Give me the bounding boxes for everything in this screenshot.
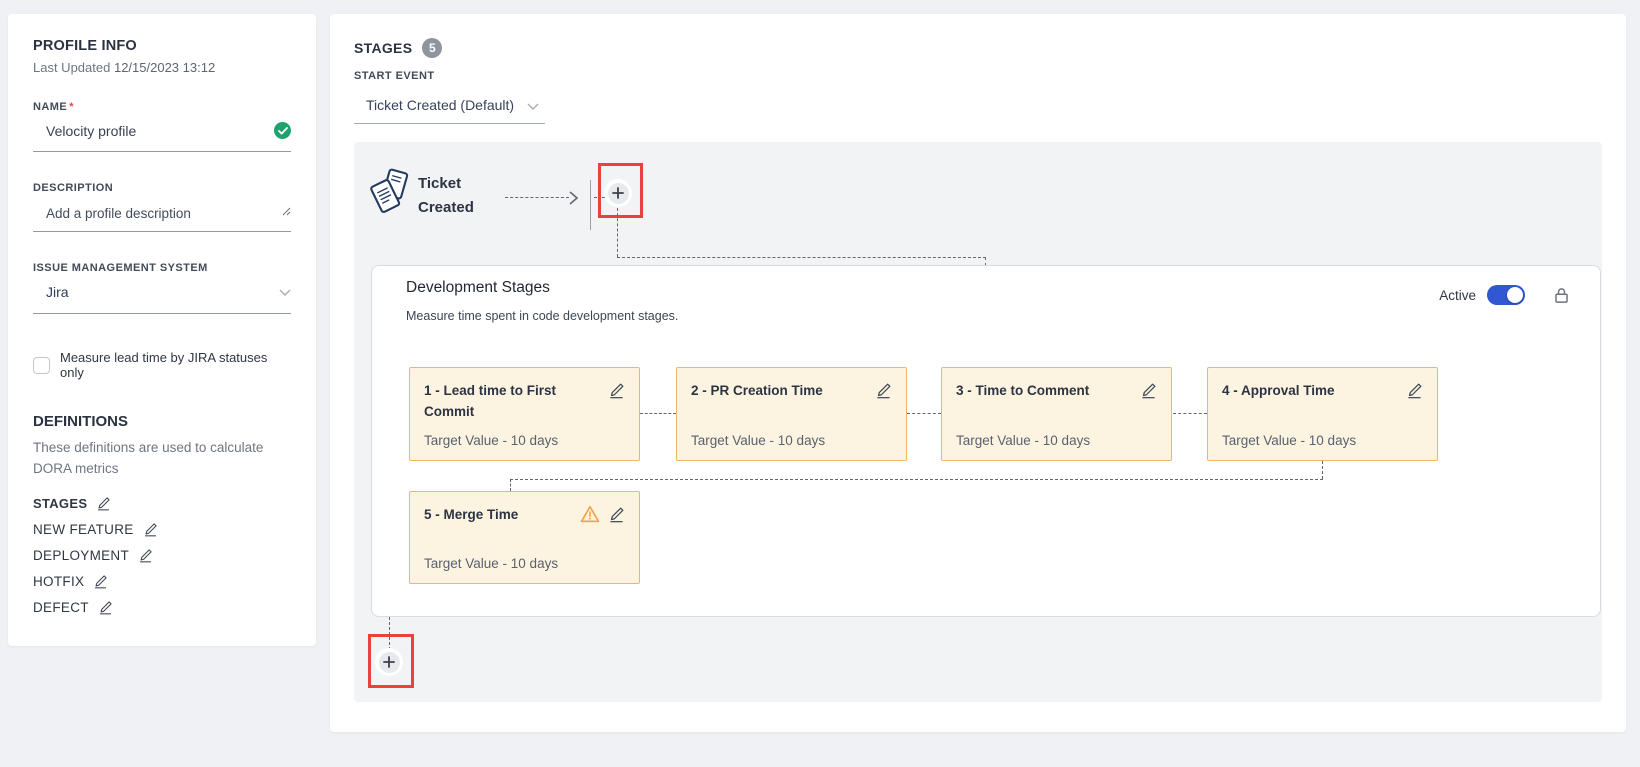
ims-label: ISSUE MANAGEMENT SYSTEM — [33, 262, 291, 274]
edit-icon[interactable] — [608, 382, 625, 404]
edit-icon[interactable] — [143, 522, 158, 537]
start-event-label: START EVENT — [354, 70, 1602, 82]
chevron-down-icon[interactable] — [279, 283, 291, 301]
description-field[interactable]: Add a profile description — [33, 203, 291, 232]
definition-item-stages: STAGES — [33, 496, 291, 511]
connector-line — [510, 479, 511, 491]
jira-statuses-checkbox[interactable] — [33, 357, 50, 374]
development-stages-card: Development Stages Measure time spent in… — [371, 265, 1601, 617]
definition-item-hotfix: HOTFIX — [33, 574, 291, 589]
plus-icon — [608, 183, 629, 204]
definitions-list: STAGES NEW FEATURE DEPLOYMENT HOTFIX DEF… — [33, 496, 291, 615]
jira-statuses-checkbox-row: Measure lead time by JIRA statuses only — [33, 350, 291, 380]
workflow-canvas: Ticket Created Development Stages Measur… — [354, 142, 1602, 702]
insert-marker-line — [590, 180, 591, 230]
group-title: Development Stages — [406, 279, 550, 297]
stage-card-5[interactable]: 5 - Merge Time Target Value - 10 days — [409, 491, 640, 584]
stage-card-4[interactable]: 4 - Approval Time Target Value - 10 days — [1207, 367, 1438, 461]
definition-item-new-feature: NEW FEATURE — [33, 522, 291, 537]
add-stage-button[interactable] — [375, 648, 403, 676]
plus-icon — [379, 652, 400, 673]
arrow-right-icon — [569, 191, 578, 210]
lock-icon[interactable] — [1553, 287, 1570, 304]
add-stage-button[interactable] — [604, 179, 632, 207]
last-updated-label: Last Updated — [33, 60, 110, 75]
active-toggle[interactable] — [1487, 285, 1525, 305]
profile-info-title: PROFILE INFO — [33, 38, 291, 54]
stages-panel: STAGES 5 START EVENT Ticket Created (Def… — [330, 14, 1626, 732]
stages-count-badge: 5 — [422, 38, 442, 58]
resize-handle-icon[interactable] — [282, 203, 291, 221]
stages-header: STAGES 5 — [354, 38, 1602, 58]
edit-icon[interactable] — [138, 548, 153, 563]
description-label: DESCRIPTION — [33, 182, 291, 194]
start-node-label: Ticket Created — [418, 172, 474, 220]
ims-select[interactable]: Jira — [33, 283, 291, 314]
stage-card-2[interactable]: 2 - PR Creation Time Target Value - 10 d… — [676, 367, 907, 461]
last-updated-value: 12/15/2023 13:12 — [114, 60, 215, 75]
connector-line — [1173, 413, 1207, 414]
stage-name: 1 - Lead time to First Commit — [424, 380, 600, 422]
definition-item-deployment: DEPLOYMENT — [33, 548, 291, 563]
edit-icon[interactable] — [875, 382, 892, 404]
stage-target: Target Value - 10 days — [691, 433, 892, 448]
required-asterisk: * — [69, 101, 74, 113]
name-field[interactable]: Velocity profile — [33, 122, 291, 152]
connector-line — [617, 257, 986, 258]
ticket-icon — [366, 166, 412, 223]
name-label: NAME* — [33, 101, 291, 113]
warning-icon — [580, 505, 600, 528]
description-placeholder[interactable]: Add a profile description — [46, 206, 191, 221]
edit-icon[interactable] — [96, 496, 111, 511]
stage-card-3[interactable]: 3 - Time to Comment Target Value - 10 da… — [941, 367, 1172, 461]
definition-item-defect: DEFECT — [33, 600, 291, 615]
connector-line — [510, 479, 1323, 480]
edit-icon[interactable] — [98, 600, 113, 615]
stage-target: Target Value - 10 days — [1222, 433, 1423, 448]
profile-info-panel: PROFILE INFO Last Updated 12/15/2023 13:… — [8, 14, 316, 646]
definitions-subtitle: These definitions are used to calculate … — [33, 437, 283, 479]
connector-line — [907, 413, 941, 414]
edit-icon[interactable] — [1406, 382, 1423, 404]
name-value[interactable]: Velocity profile — [46, 123, 136, 139]
connector-line — [617, 208, 618, 257]
stage-target: Target Value - 10 days — [424, 433, 625, 448]
valid-check-icon — [274, 122, 291, 139]
edit-icon[interactable] — [1140, 382, 1157, 404]
edit-icon[interactable] — [93, 574, 108, 589]
stage-card-1[interactable]: 1 - Lead time to First Commit Target Val… — [409, 367, 640, 461]
stage-name: 4 - Approval Time — [1222, 380, 1398, 401]
edit-icon[interactable] — [608, 506, 625, 528]
ims-value[interactable]: Jira — [46, 284, 69, 300]
active-label: Active — [1439, 288, 1476, 303]
group-controls: Active — [1439, 285, 1570, 305]
stages-title: STAGES — [354, 40, 412, 56]
stage-name: 2 - PR Creation Time — [691, 380, 867, 401]
connector-line — [1322, 461, 1323, 479]
stage-name: 3 - Time to Comment — [956, 380, 1132, 401]
group-subtitle: Measure time spent in code development s… — [406, 309, 678, 323]
last-updated: Last Updated 12/15/2023 13:12 — [33, 60, 291, 75]
connector-line — [505, 197, 569, 198]
stage-target: Target Value - 10 days — [956, 433, 1157, 448]
definitions-title: DEFINITIONS — [33, 413, 291, 430]
jira-statuses-checkbox-label: Measure lead time by JIRA statuses only — [60, 350, 291, 380]
connector-line — [640, 413, 676, 414]
start-event-value[interactable]: Ticket Created (Default) — [366, 97, 514, 113]
start-event-select[interactable]: Ticket Created (Default) — [354, 91, 545, 124]
chevron-down-icon[interactable] — [527, 97, 539, 113]
stage-name: 5 - Merge Time — [424, 504, 572, 525]
stage-target: Target Value - 10 days — [424, 556, 625, 571]
